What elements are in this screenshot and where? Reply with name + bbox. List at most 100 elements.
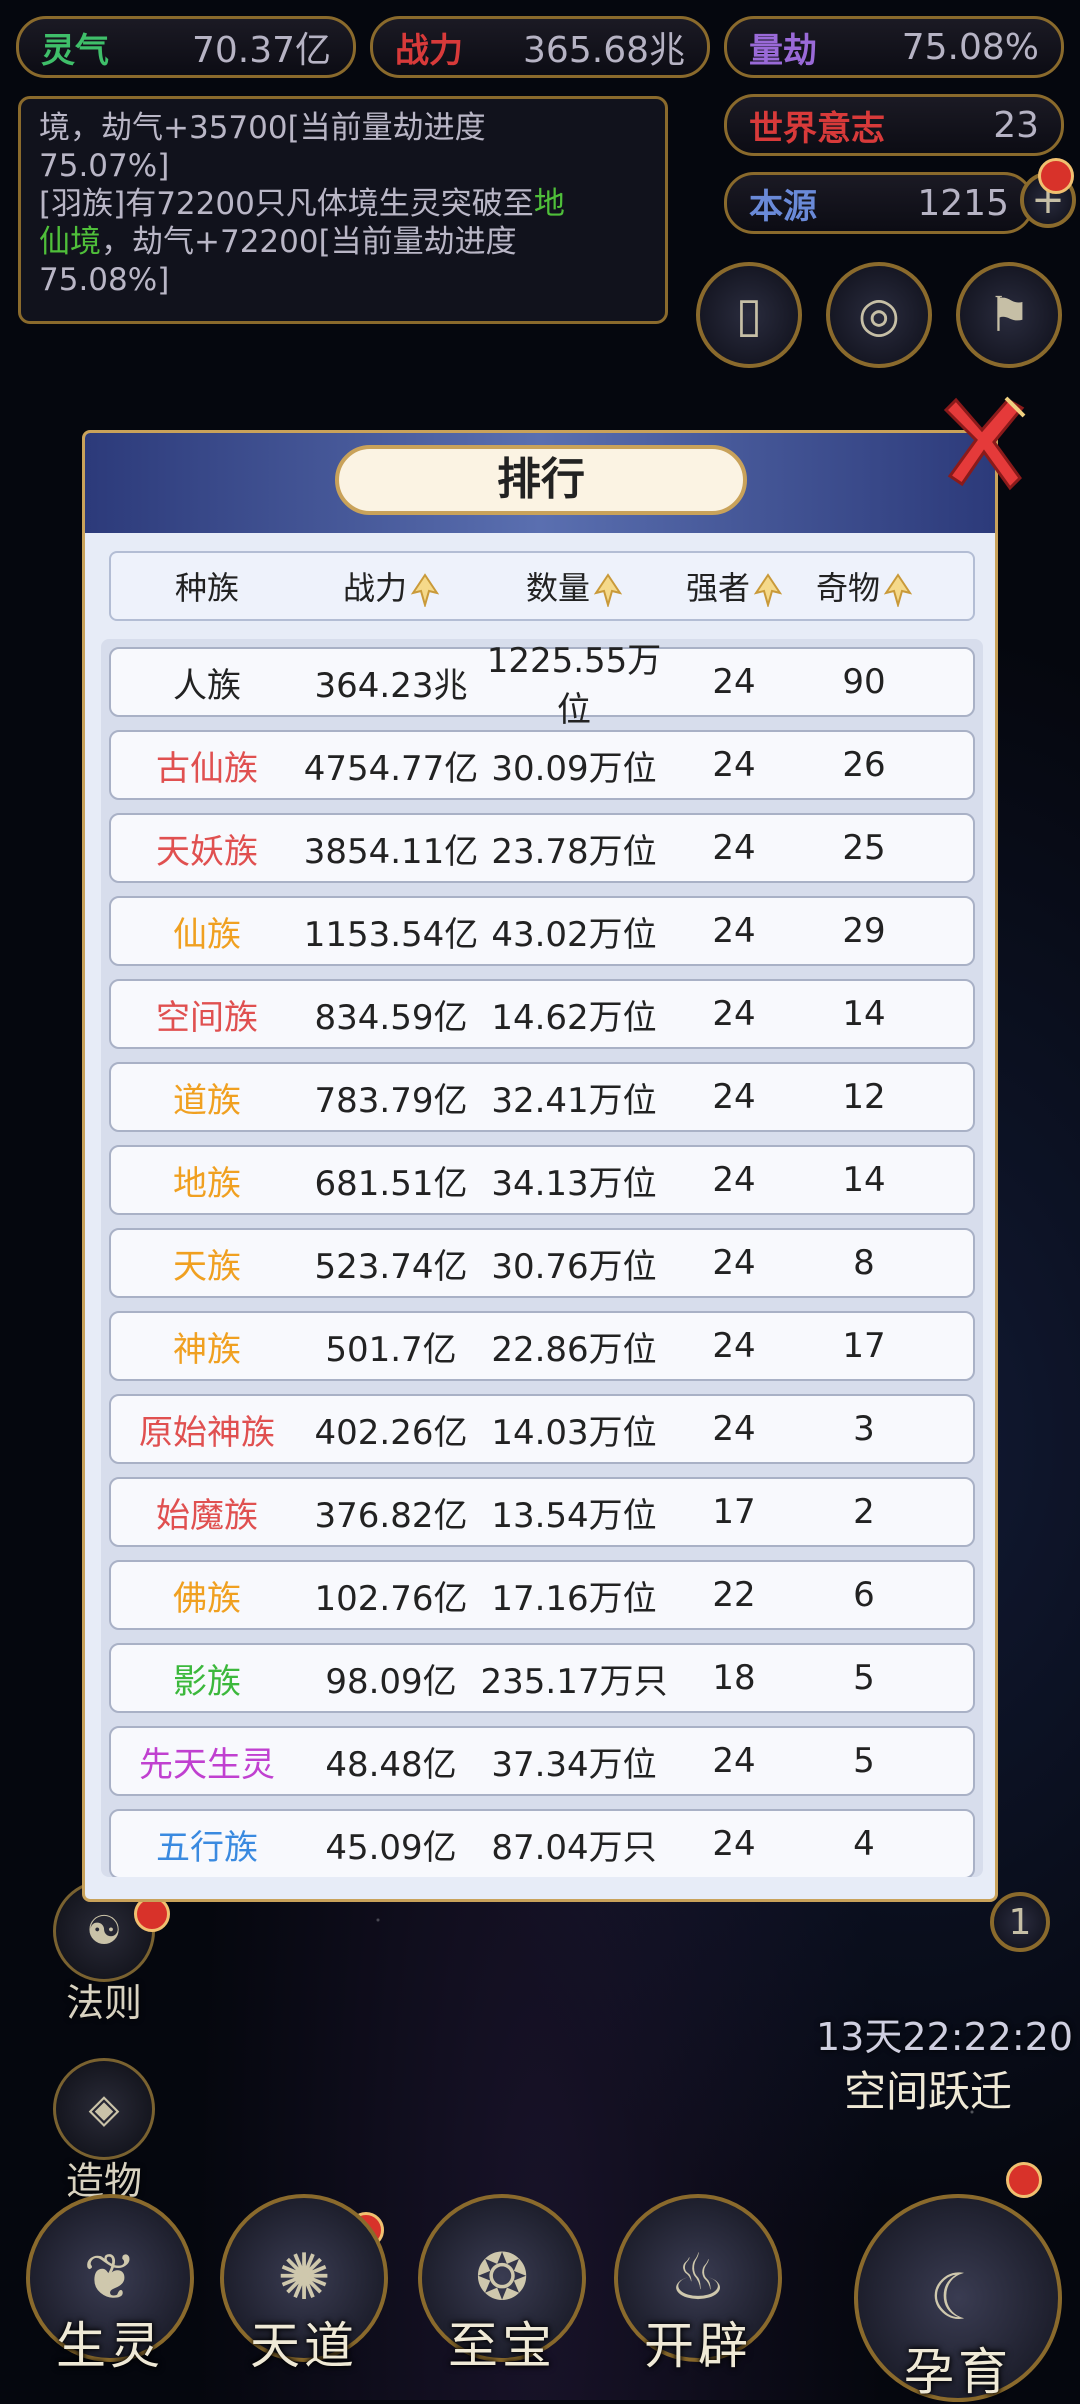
treasure-cell: 3 xyxy=(853,1409,875,1449)
sort-arrow-icon xyxy=(754,573,782,607)
race-cell: 古仙族 xyxy=(156,748,258,789)
notification-dot xyxy=(1038,158,1074,194)
treasure-cell: 2 xyxy=(853,1492,875,1532)
table-row[interactable]: 天妖族 3854.11亿 23.78万位 24 25 xyxy=(109,813,975,883)
stat-benyuan[interactable]: 本源 1215 xyxy=(724,172,1034,234)
table-row[interactable]: 影族 98.09亿 235.17万只 18 5 xyxy=(109,1643,975,1713)
count-cell: 14.62万位 xyxy=(491,997,657,1038)
strong-cell: 24 xyxy=(712,1409,756,1449)
stat-lingqi-value: 70.37亿 xyxy=(191,30,331,71)
strong-cell: 24 xyxy=(712,994,756,1034)
header-treasure-sort[interactable]: 奇物 xyxy=(799,563,929,609)
table-row[interactable]: 原始神族 402.26亿 14.03万位 24 3 xyxy=(109,1394,975,1464)
race-cell: 佛族 xyxy=(173,1578,241,1619)
stat-benyuan-value: 1215 xyxy=(917,182,1009,224)
vortex-icon[interactable]: ◎ xyxy=(826,262,932,368)
stat-zhanli-value: 365.68兆 xyxy=(523,30,685,71)
stat-lingqi-label: 灵气 xyxy=(41,30,109,71)
strong-cell: 24 xyxy=(712,1326,756,1366)
stat-benyuan-label: 本源 xyxy=(749,186,817,227)
count-cell: 1225.55万位 xyxy=(486,641,662,730)
race-cell: 原始神族 xyxy=(139,1412,275,1453)
count-cell: 43.02万位 xyxy=(491,914,657,955)
strong-cell: 18 xyxy=(712,1658,756,1698)
treasure-cell: 25 xyxy=(842,828,886,868)
race-cell: 地族 xyxy=(173,1163,241,1204)
stat-liangjie[interactable]: 量劫 75.08% xyxy=(724,16,1064,78)
sort-arrow-icon xyxy=(411,573,439,607)
nav-yunyu[interactable]: ☾ 孕育 xyxy=(848,2194,1068,2402)
race-cell: 先天生灵 xyxy=(139,1744,275,1785)
power-cell: 98.09亿 xyxy=(325,1661,457,1702)
power-cell: 523.74亿 xyxy=(314,1246,468,1287)
strong-cell: 24 xyxy=(712,1741,756,1781)
nav-yunyu-label: 孕育 xyxy=(904,2343,1012,2401)
count-cell: 14.03万位 xyxy=(491,1412,657,1453)
sort-arrow-icon xyxy=(594,573,622,607)
treasure-cell: 29 xyxy=(842,911,886,951)
race-cell: 仙族 xyxy=(173,914,241,955)
ranking-modal: 排行 种族 战力 数量 强者 奇物 人族 364.23兆 1225.55万位 24 90… xyxy=(82,430,998,1902)
table-row[interactable]: 始魔族 376.82亿 13.54万位 17 2 xyxy=(109,1477,975,1547)
count-cell: 32.41万位 xyxy=(491,1080,657,1121)
strong-cell: 17 xyxy=(712,1492,756,1532)
race-cell: 天族 xyxy=(173,1246,241,1287)
countdown-timer: 13天22:22:20 xyxy=(816,2015,1074,2059)
stat-liangjie-value: 75.08% xyxy=(901,26,1039,68)
strong-cell: 24 xyxy=(712,1160,756,1200)
race-cell: 神族 xyxy=(173,1329,241,1370)
table-row[interactable]: 天族 523.74亿 30.76万位 24 8 xyxy=(109,1228,975,1298)
power-cell: 45.09亿 xyxy=(325,1827,457,1868)
count-cell: 30.09万位 xyxy=(491,748,657,789)
table-row[interactable]: 仙族 1153.54亿 43.02万位 24 29 xyxy=(109,896,975,966)
nav-kaipi[interactable]: ♨ 开辟 xyxy=(608,2194,788,2394)
stat-shijie-label: 世界意志 xyxy=(749,108,885,149)
side-icon-zao[interactable]: ◈ 造物 xyxy=(52,2058,156,2205)
table-header: 种族 战力 数量 强者 奇物 xyxy=(109,551,975,621)
strong-cell: 24 xyxy=(712,1824,756,1864)
strong-cell: 24 xyxy=(712,1243,756,1283)
power-cell: 834.59亿 xyxy=(314,997,468,1038)
treasure-cell: 8 xyxy=(853,1243,875,1283)
log-line: 75.07%] xyxy=(39,148,170,184)
table-row[interactable]: 佛族 102.76亿 17.16万位 22 6 xyxy=(109,1560,975,1630)
power-cell: 783.79亿 xyxy=(314,1080,468,1121)
table-row[interactable]: 古仙族 4754.77亿 30.09万位 24 26 xyxy=(109,730,975,800)
flag-icon[interactable]: ⚑ xyxy=(956,262,1062,368)
nav-shengling-label: 生灵 xyxy=(56,2317,164,2375)
stat-shijie[interactable]: 世界意志 23 xyxy=(724,94,1064,156)
stat-lingqi[interactable]: 灵气 70.37亿 xyxy=(16,16,356,78)
table-row[interactable]: 空间族 834.59亿 14.62万位 24 14 xyxy=(109,979,975,1049)
header-race: 种族 xyxy=(174,569,239,607)
table-row[interactable]: 道族 783.79亿 32.41万位 24 12 xyxy=(109,1062,975,1132)
stat-zhanli[interactable]: 战力 365.68兆 xyxy=(370,16,710,78)
race-cell: 道族 xyxy=(173,1080,241,1121)
card-icon[interactable]: ▯ xyxy=(696,262,802,368)
strong-cell: 24 xyxy=(712,911,756,951)
nav-tiandao[interactable]: ✺ 天道 xyxy=(214,2194,394,2394)
power-cell: 681.51亿 xyxy=(314,1163,468,1204)
count-cell: 34.13万位 xyxy=(491,1163,657,1204)
header-count-sort[interactable]: 数量 xyxy=(479,563,669,609)
strong-cell: 24 xyxy=(712,828,756,868)
table-row[interactable]: 先天生灵 48.48亿 37.34万位 24 5 xyxy=(109,1726,975,1796)
space-jump-label[interactable]: 空间跃迁 xyxy=(844,2058,1012,2119)
header-strong-sort[interactable]: 强者 xyxy=(669,563,799,609)
header-power-sort[interactable]: 战力 xyxy=(303,563,479,609)
nav-zhibao-label: 至宝 xyxy=(448,2317,556,2375)
table-row[interactable]: 神族 501.7亿 22.86万位 24 17 xyxy=(109,1311,975,1381)
event-log: 境，劫气+35700[当前量劫进度 75.07%] [羽族]有72200只凡体境… xyxy=(18,96,668,324)
treasure-cell: 14 xyxy=(842,1160,886,1200)
table-row[interactable]: 地族 681.51亿 34.13万位 24 14 xyxy=(109,1145,975,1215)
nav-shengling[interactable]: ❦ 生灵 xyxy=(20,2194,200,2394)
treasure-cell: 17 xyxy=(842,1326,886,1366)
log-line: 75.08%] xyxy=(39,262,170,298)
table-row[interactable]: 人族 364.23兆 1225.55万位 24 90 xyxy=(109,641,975,730)
table-row[interactable]: 五行族 45.09亿 87.04万只 24 4 xyxy=(109,1809,975,1877)
nav-zhibao[interactable]: ❂ 至宝 xyxy=(412,2194,592,2394)
log-line: [羽族]有72200只凡体境生灵突破至地 xyxy=(39,186,565,222)
power-cell: 402.26亿 xyxy=(314,1412,468,1453)
close-icon[interactable] xyxy=(936,396,1026,492)
ranking-list[interactable]: 人族 364.23兆 1225.55万位 24 90 古仙族 4754.77亿 30.09万位… xyxy=(101,639,983,1877)
log-line: 仙境，劫气+72200[当前量劫进度 xyxy=(39,224,517,260)
